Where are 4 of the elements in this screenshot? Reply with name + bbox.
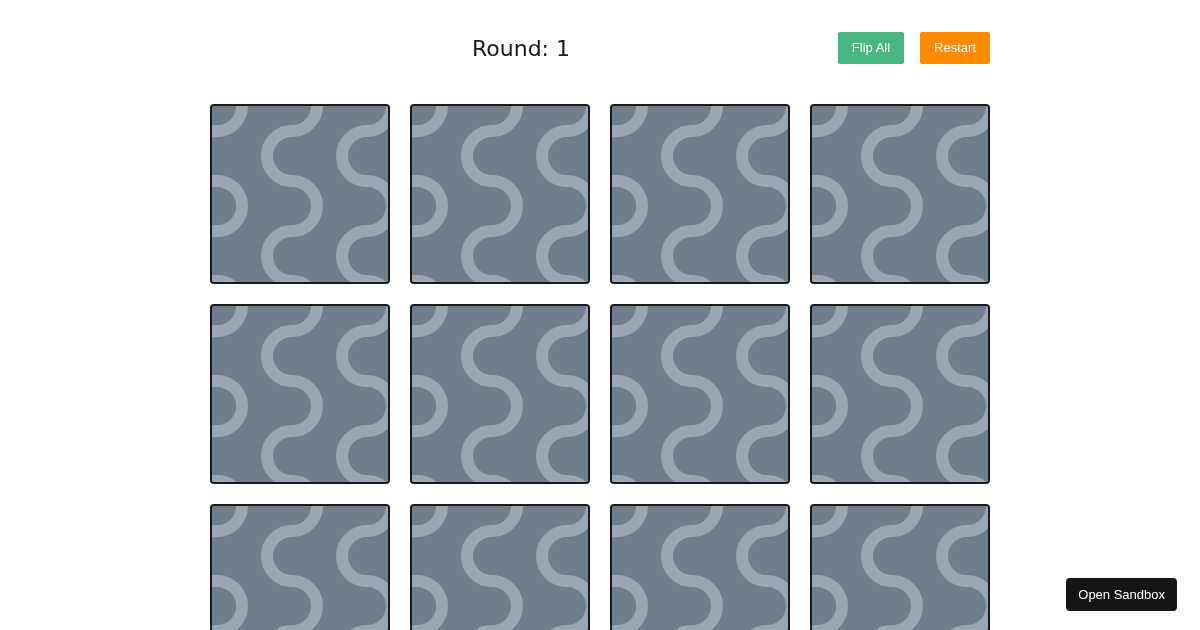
open-sandbox-button[interactable]: Open Sandbox [1066, 578, 1177, 611]
round-title: Round: 1 [472, 34, 570, 63]
flip-all-button[interactable]: Flip All [837, 32, 905, 64]
restart-button[interactable]: Restart [920, 32, 990, 64]
